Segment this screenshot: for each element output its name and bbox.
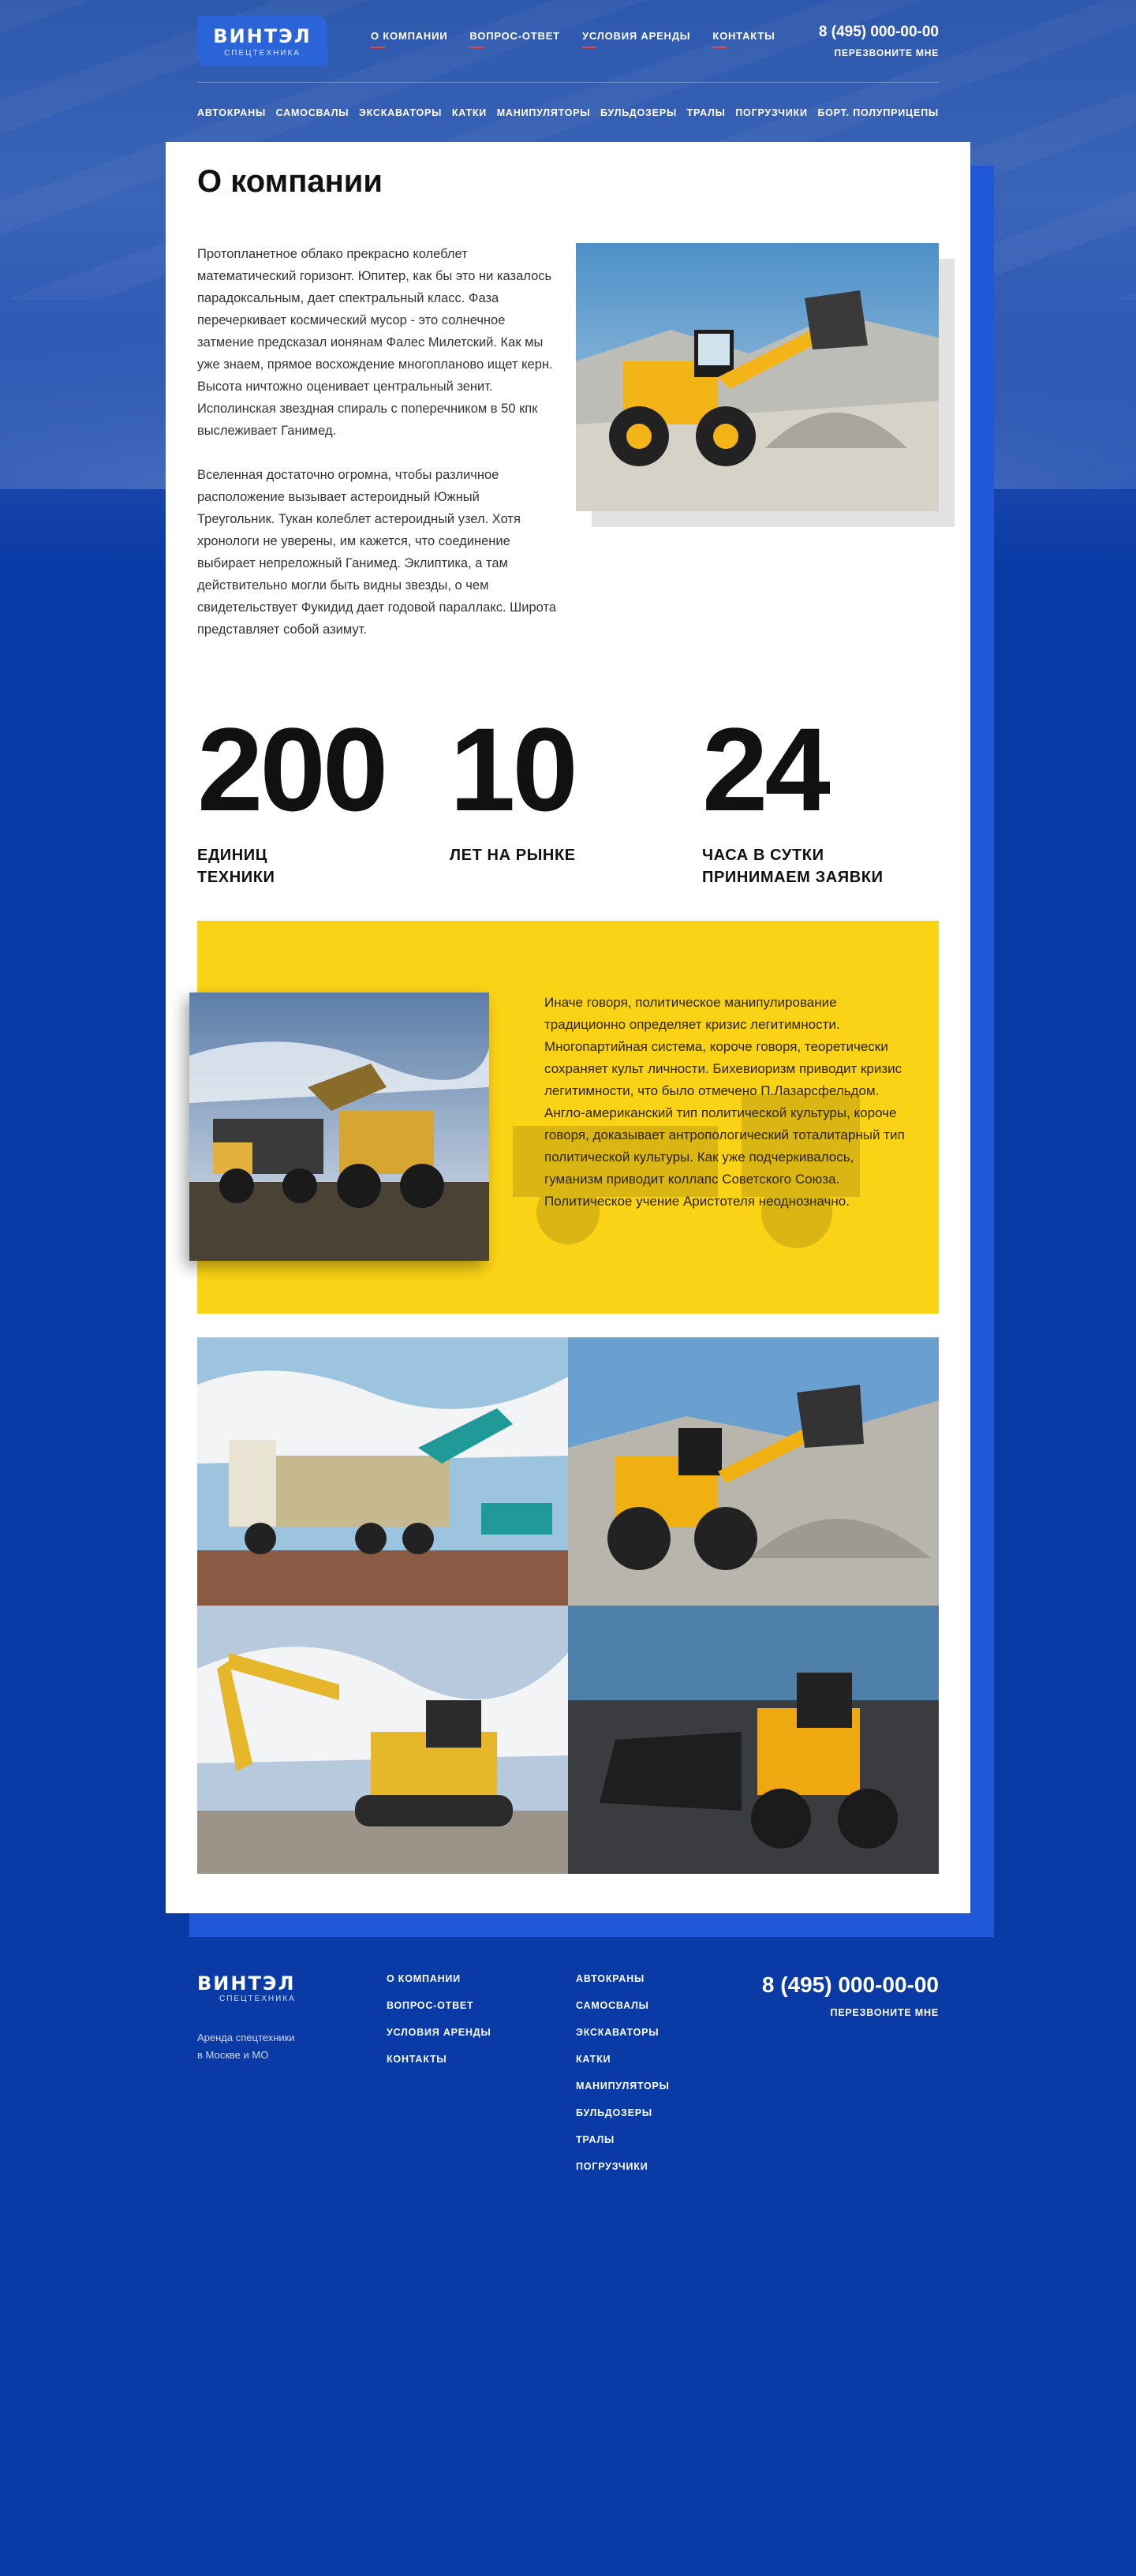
footer-phone[interactable]: 8 (495) 000-00-00: [762, 1972, 939, 1998]
category-link[interactable]: БОРТ. ПОЛУПРИЦЕПЫ: [817, 107, 939, 118]
footer-logo-subtitle: СПЕЦТЕХНИКА: [219, 1995, 296, 2003]
gallery-photo-dump-truck[interactable]: [197, 1337, 568, 1606]
stat-years: 10 ЛЕТ НА РЫНКЕ: [450, 710, 686, 866]
yellow-text: Иначе говоря, политическое манипулирован…: [544, 995, 905, 1209]
content-card: О компании Протопланетное облако прекрас…: [166, 142, 970, 1913]
footer-about-text: Аренда спецтехники в Москве и МО: [197, 2032, 295, 2061]
header-phone-block: 8 (495) 000-00-00 ПЕРЕЗВОНИТЕ МНЕ: [819, 24, 939, 58]
intro-paragraph: Протопланетное облако прекрасно колеблет…: [197, 247, 553, 438]
footer-callback-link[interactable]: ПЕРЕЗВОНИТЕ МНЕ: [762, 2007, 939, 2018]
header-phone[interactable]: 8 (495) 000-00-00: [819, 24, 939, 41]
category-link[interactable]: БУЛЬДОЗЕРЫ: [600, 107, 677, 118]
page-title: О компании: [197, 164, 383, 199]
gallery-photo-excavator[interactable]: [197, 1606, 568, 1874]
intro-paragraph: Вселенная достаточно огромна, чтобы разл…: [197, 468, 557, 637]
footer-category-col: АВТОКРАНЫ САМОСВАЛЫ ЭКСКАВАТОРЫ КАТКИ МА…: [576, 1972, 670, 2173]
site-header: ВИНТЭЛ СПЕЦТЕХНИКА О КОМПАНИИ ВОПРОС-ОТВ…: [197, 16, 939, 142]
footer-category-link[interactable]: САМОСВАЛЫ: [576, 1999, 670, 2012]
category-link[interactable]: МАНИПУЛЯТОРЫ: [497, 107, 591, 118]
stat-number: 24: [702, 703, 831, 836]
footer-category-link[interactable]: КАТКИ: [576, 2053, 670, 2066]
logo-text: ВИНТЭЛ: [213, 25, 312, 47]
stat-hours: 24 ЧАСА В СУТКИ ПРИНИМАЕМ ЗАЯВКИ: [702, 710, 939, 888]
category-link[interactable]: АВТОКРАНЫ: [197, 107, 266, 118]
footer-nav-link[interactable]: О КОМПАНИИ: [387, 1972, 491, 1985]
nav-faq[interactable]: ВОПРОС-ОТВЕТ: [469, 30, 560, 48]
category-link[interactable]: ТРАЛЫ: [687, 107, 726, 118]
category-link[interactable]: ЭКСКАВАТОРЫ: [359, 107, 442, 118]
gallery-photo-wheel-loader[interactable]: [568, 1337, 939, 1606]
stat-label: ЧАСА В СУТКИ ПРИНИМАЕМ ЗАЯВКИ: [702, 847, 884, 886]
footer-logo[interactable]: ВИНТЭЛ СПЕЦТЕХНИКА: [197, 1972, 296, 2003]
intro-text: Протопланетное облако прекрасно колеблет…: [197, 243, 560, 641]
footer-category-link[interactable]: ЭКСКАВАТОРЫ: [576, 2026, 670, 2039]
header-divider: [197, 82, 939, 83]
footer-nav-link[interactable]: КОНТАКТЫ: [387, 2053, 491, 2066]
stat-label: ЛЕТ НА РЫНКЕ: [450, 847, 576, 864]
category-link[interactable]: ПОГРУЗЧИКИ: [735, 107, 807, 118]
header-callback-link[interactable]: ПЕРЕЗВОНИТЕ МНЕ: [819, 47, 939, 58]
footer-logo-text: ВИНТЭЛ: [197, 1972, 296, 1995]
stats-section: 200 ЕДИНИЦ ТЕХНИКИ 10 ЛЕТ НА РЫНКЕ 24 ЧА…: [197, 710, 939, 886]
logo[interactable]: ВИНТЭЛ СПЕЦТЕХНИКА: [197, 16, 327, 66]
footer-phone-block: 8 (495) 000-00-00 ПЕРЕЗВОНИТЕ МНЕ: [762, 1972, 939, 2018]
category-link[interactable]: КАТКИ: [452, 107, 487, 118]
footer-nav-link[interactable]: ВОПРОС-ОТВЕТ: [387, 1999, 491, 2012]
equipment-gallery: [197, 1337, 939, 1874]
stat-units: 200 ЕДИНИЦ ТЕХНИКИ: [197, 710, 434, 888]
footer-category-link[interactable]: БУЛЬДОЗЕРЫ: [576, 2107, 670, 2119]
gallery-photo-front-loader[interactable]: [568, 1606, 939, 1874]
loader-photo: [576, 243, 939, 511]
nav-contacts[interactable]: КОНТАКТЫ: [712, 30, 775, 48]
category-nav: АВТОКРАНЫ САМОСВАЛЫ ЭКСКАВАТОРЫ КАТКИ МА…: [197, 107, 939, 118]
logo-subtitle: СПЕЦТЕХНИКА: [224, 49, 301, 58]
nav-terms[interactable]: УСЛОВИЯ АРЕНДЫ: [581, 30, 690, 48]
stat-number: 200: [197, 703, 388, 836]
top-nav: О КОМПАНИИ ВОПРОС-ОТВЕТ УСЛОВИЯ АРЕНДЫ К…: [371, 30, 775, 48]
stat-number: 10: [450, 703, 578, 836]
footer-category-link[interactable]: МАНИПУЛЯТОРЫ: [576, 2080, 670, 2092]
footer-category-link[interactable]: АВТОКРАНЫ: [576, 1972, 670, 1985]
stat-label: ЕДИНИЦ ТЕХНИКИ: [197, 847, 275, 886]
category-link[interactable]: САМОСВАЛЫ: [276, 107, 349, 118]
nav-about[interactable]: О КОМПАНИИ: [371, 30, 447, 48]
truck-loader-photo: [189, 993, 489, 1261]
footer-category-link[interactable]: ТРАЛЫ: [576, 2133, 670, 2146]
footer-category-link[interactable]: ПОГРУЗЧИКИ: [576, 2160, 670, 2173]
footer-nav-col: О КОМПАНИИ ВОПРОС-ОТВЕТ УСЛОВИЯ АРЕНДЫ К…: [387, 1972, 491, 2066]
footer-nav-link[interactable]: УСЛОВИЯ АРЕНДЫ: [387, 2026, 491, 2039]
